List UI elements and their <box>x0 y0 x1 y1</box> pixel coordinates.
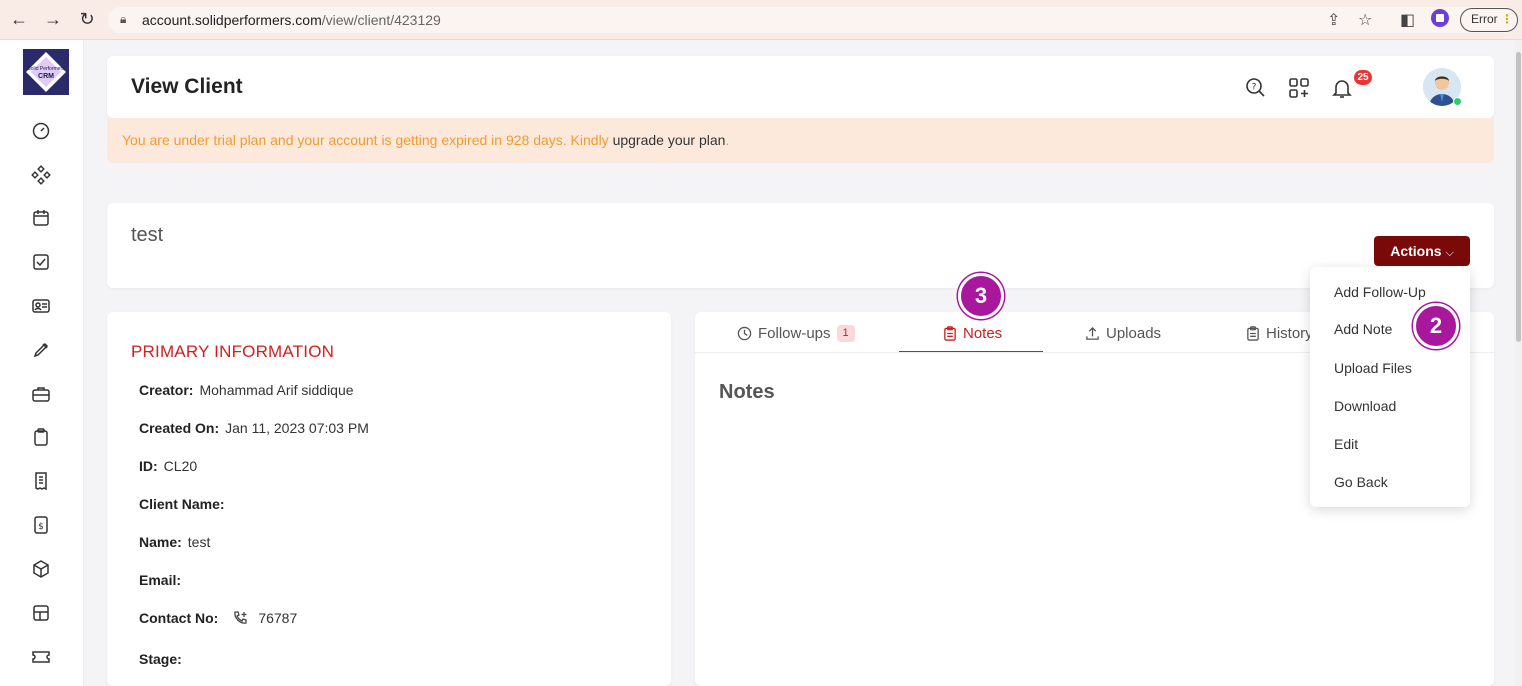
follow-ups-count-badge: 1 <box>836 325 855 342</box>
online-status-dot <box>1453 97 1462 106</box>
tasks-icon[interactable] <box>30 251 52 273</box>
history-clipboard-icon <box>1247 326 1259 341</box>
svg-text:$: $ <box>38 522 44 532</box>
info-value: test <box>187 534 211 550</box>
back-arrow-icon[interactable]: ← <box>8 8 30 30</box>
client-summary-card: test Actions ⌵ <box>107 203 1494 288</box>
forward-arrow-icon[interactable]: → <box>42 8 64 30</box>
info-row-creator: Creator: Mohammad Arif siddique <box>139 382 354 398</box>
integrations-icon[interactable] <box>30 164 52 186</box>
extension-icon[interactable] <box>1430 8 1450 33</box>
page-title: View Client <box>131 75 243 98</box>
url-host: account.solidperformers.com <box>142 12 322 28</box>
trial-message: You are under trial plan and your accoun… <box>122 132 613 148</box>
notes-heading: Notes <box>719 381 775 403</box>
tab-follow-ups[interactable]: Follow-ups 1 <box>737 325 855 342</box>
info-label: Name: <box>139 534 182 550</box>
info-label: Creator: <box>139 382 194 398</box>
menu-item-upload-files[interactable]: Upload Files <box>1334 360 1412 376</box>
tickets-icon[interactable] <box>30 646 52 668</box>
clock-icon <box>737 326 752 341</box>
info-value: Mohammad Arif siddique <box>199 382 354 398</box>
info-label: Created On: <box>139 420 220 436</box>
tab-label: Follow-ups <box>758 325 831 342</box>
menu-dots-icon: ⋮ <box>1501 12 1513 26</box>
actions-label: Actions <box>1390 243 1442 259</box>
phone-call-icon[interactable] <box>232 610 250 626</box>
info-label: Stage: <box>139 651 182 667</box>
info-row-contact-no: Contact No: 76787 <box>139 610 297 626</box>
info-row-client-name: Client Name: <box>139 496 231 512</box>
info-row-stage: Stage: <box>139 651 188 667</box>
share-icon[interactable]: ⇪ <box>1327 10 1340 30</box>
tab-label: History <box>1266 325 1313 342</box>
actions-dropdown-menu: Add Follow-Up Add Note Upload Files Down… <box>1310 267 1470 507</box>
info-value: Jan 11, 2023 07:03 PM <box>225 420 369 436</box>
notification-count-badge: 25 <box>1354 70 1372 85</box>
primary-information-card: PRIMARY INFORMATION Creator: Mohammad Ari… <box>107 312 671 686</box>
contacts-icon[interactable] <box>30 295 52 317</box>
help-search-icon[interactable]: ? <box>1244 76 1268 100</box>
step-marker-3: 3 <box>958 273 1004 319</box>
tab-history[interactable]: History <box>1246 325 1313 342</box>
apps-grid-icon[interactable] <box>1287 76 1311 100</box>
info-row-id: ID: CL20 <box>139 458 197 474</box>
left-sidebar: Solid Performers CRM $ <box>0 40 84 686</box>
info-label: Client Name: <box>139 496 225 512</box>
reload-icon[interactable]: ↻ <box>76 8 98 30</box>
actions-dropdown-button[interactable]: Actions ⌵ <box>1374 236 1470 266</box>
info-label: ID: <box>139 458 158 474</box>
upload-icon <box>1086 326 1099 340</box>
menu-item-edit[interactable]: Edit <box>1334 436 1358 452</box>
info-value: 76787 <box>258 610 298 626</box>
error-label: Error <box>1471 12 1498 26</box>
calendar-icon[interactable] <box>30 207 52 229</box>
primary-information-title: PRIMARY INFORMATION <box>131 342 335 361</box>
trial-message-suffix: . <box>725 132 730 148</box>
menu-item-download[interactable]: Download <box>1334 398 1396 414</box>
star-icon[interactable]: ☆ <box>1358 10 1372 30</box>
svg-text:?: ? <box>1252 83 1257 93</box>
tab-label: Notes <box>963 325 1003 342</box>
info-label: Email: <box>139 572 182 588</box>
invoice-icon[interactable] <box>30 470 52 492</box>
trial-banner-text: You are under trial plan and your accoun… <box>122 132 729 148</box>
chevron-down-icon: ⌵ <box>1445 247 1454 259</box>
tab-uploads[interactable]: Uploads <box>1085 325 1161 342</box>
products-icon[interactable] <box>30 558 52 580</box>
upgrade-plan-link[interactable]: upgrade your plan <box>613 132 726 148</box>
dashboard-icon[interactable] <box>30 120 52 142</box>
menu-item-add-note[interactable]: Add Note <box>1334 321 1392 337</box>
svg-text:Solid Performers: Solid Performers <box>27 66 65 72</box>
page-header: View Client ? 25 <box>107 56 1494 118</box>
side-panel-icon[interactable]: ◧ <box>1400 10 1415 30</box>
client-name-heading: test <box>131 224 164 246</box>
tab-label: Uploads <box>1106 325 1162 342</box>
app-logo[interactable]: Solid Performers CRM <box>23 49 69 95</box>
info-row-created-on: Created On: Jan 11, 2023 07:03 PM <box>139 420 369 436</box>
info-row-email: Email: <box>139 572 187 588</box>
svg-text:CRM: CRM <box>38 73 54 80</box>
info-row-name: Name: test <box>139 534 210 550</box>
step-marker-2: 2 <box>1413 303 1459 349</box>
browser-toolbar: ← → ↻ 🔒︎ account.solidperformers.com/vie… <box>0 0 1522 40</box>
layout-icon[interactable] <box>30 602 52 624</box>
bell-icon[interactable] <box>1330 76 1354 100</box>
lock-icon: 🔒︎ <box>120 12 127 26</box>
menu-item-go-back[interactable]: Go Back <box>1334 474 1388 490</box>
notes-clipboard-icon <box>944 326 956 341</box>
info-value: CL20 <box>163 458 198 474</box>
trial-banner: You are under trial plan and your accoun… <box>107 118 1494 163</box>
tab-notes[interactable]: Notes <box>943 325 1002 342</box>
billing-icon[interactable]: $ <box>30 514 52 536</box>
menu-item-add-follow-up[interactable]: Add Follow-Up <box>1334 284 1426 300</box>
clipboard-icon[interactable] <box>30 426 52 448</box>
info-label: Contact No: <box>139 610 219 626</box>
briefcase-icon[interactable] <box>30 383 52 405</box>
url-path: /view/client/423129 <box>321 12 441 28</box>
profile-error-button[interactable]: Error ⋮ <box>1460 8 1518 32</box>
leads-icon[interactable] <box>30 339 52 361</box>
page-scrollbar-thumb[interactable] <box>1516 52 1521 342</box>
url-text[interactable]: account.solidperformers.com/view/client/… <box>142 12 441 28</box>
